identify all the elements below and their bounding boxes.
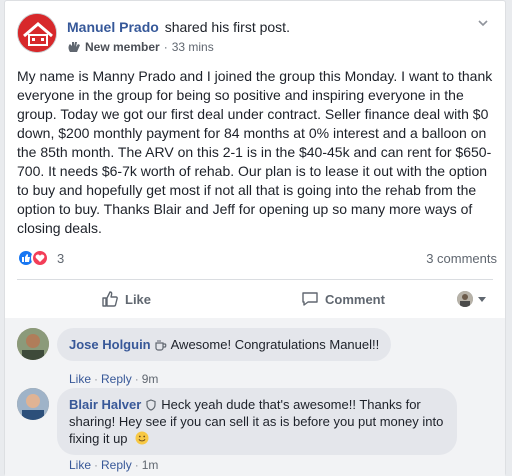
comment-button-label: Comment (325, 291, 385, 307)
wave-hand-icon (68, 42, 80, 52)
comment-time[interactable]: 9m (142, 372, 159, 386)
smiley-emoji-icon (135, 431, 149, 445)
comment-button[interactable]: Comment (301, 283, 385, 315)
post-time[interactable]: 33 mins (172, 40, 214, 54)
shield-icon (146, 399, 156, 411)
comment-item: Blair Halver Heck yeah dude that's awesom… (17, 388, 493, 472)
comment-reply-link[interactable]: Reply (101, 458, 132, 472)
comment-item: Jose Holguin Awesome! Congratulations Man… (17, 328, 493, 386)
post-action-text: shared his first post. (164, 19, 290, 35)
meta-separator: · (163, 40, 168, 54)
comments-section: Jose Holguin Awesome! Congratulations Man… (5, 318, 505, 476)
commenter-name[interactable]: Jose Holguin (69, 337, 151, 352)
thumbs-up-icon (102, 291, 118, 307)
divider (17, 279, 493, 280)
post-card: Manuel Prado shared his first post. New … (4, 0, 506, 476)
comment-actions: Like · Reply · 1m (69, 458, 159, 472)
current-user-avatar (457, 291, 473, 307)
comment-actions: Like · Reply · 9m (69, 372, 159, 386)
comment-reply-link[interactable]: Reply (101, 372, 132, 386)
comment-bubble: Blair Halver Heck yeah dude that's awesom… (57, 388, 457, 455)
comment-count[interactable]: 3 comments (426, 251, 497, 266)
reactions-bar: 3 3 comments (17, 249, 497, 267)
comment-bubble: Jose Holguin Awesome! Congratulations Man… (57, 328, 392, 361)
post-header: Manuel Prado shared his first post. New … (17, 13, 493, 57)
like-button[interactable]: Like (101, 283, 151, 315)
coffee-cup-icon (155, 340, 166, 351)
house-logo-icon (18, 14, 56, 52)
reaction-count[interactable]: 3 (57, 251, 64, 266)
commenter-avatar[interactable] (17, 328, 49, 360)
post-actions: Like Comment (17, 283, 493, 315)
author-line: Manuel Prado shared his first post. (67, 19, 290, 35)
comment-text: Awesome! Congratulations Manuel!! (170, 337, 380, 352)
love-reaction-icon (31, 249, 49, 267)
new-member-badge: New member (85, 40, 160, 54)
caret-down-icon (478, 297, 486, 302)
comment-bubble-icon (302, 292, 318, 306)
commenter-name[interactable]: Blair Halver (69, 397, 141, 412)
group-logo-avatar[interactable] (17, 13, 57, 53)
post-meta: New member · 33 mins (67, 40, 214, 54)
comment-as-selector[interactable] (457, 283, 487, 315)
chevron-down-icon[interactable] (475, 15, 491, 31)
comment-like-link[interactable]: Like (69, 372, 91, 386)
author-name[interactable]: Manuel Prado (67, 19, 159, 35)
comment-time[interactable]: 1m (142, 458, 159, 472)
like-button-label: Like (125, 291, 152, 307)
reaction-icons[interactable] (17, 249, 49, 267)
commenter-avatar[interactable] (17, 388, 49, 420)
post-body-text: My name is Manny Prado and I joined the … (17, 68, 493, 236)
comment-like-link[interactable]: Like (69, 458, 91, 472)
